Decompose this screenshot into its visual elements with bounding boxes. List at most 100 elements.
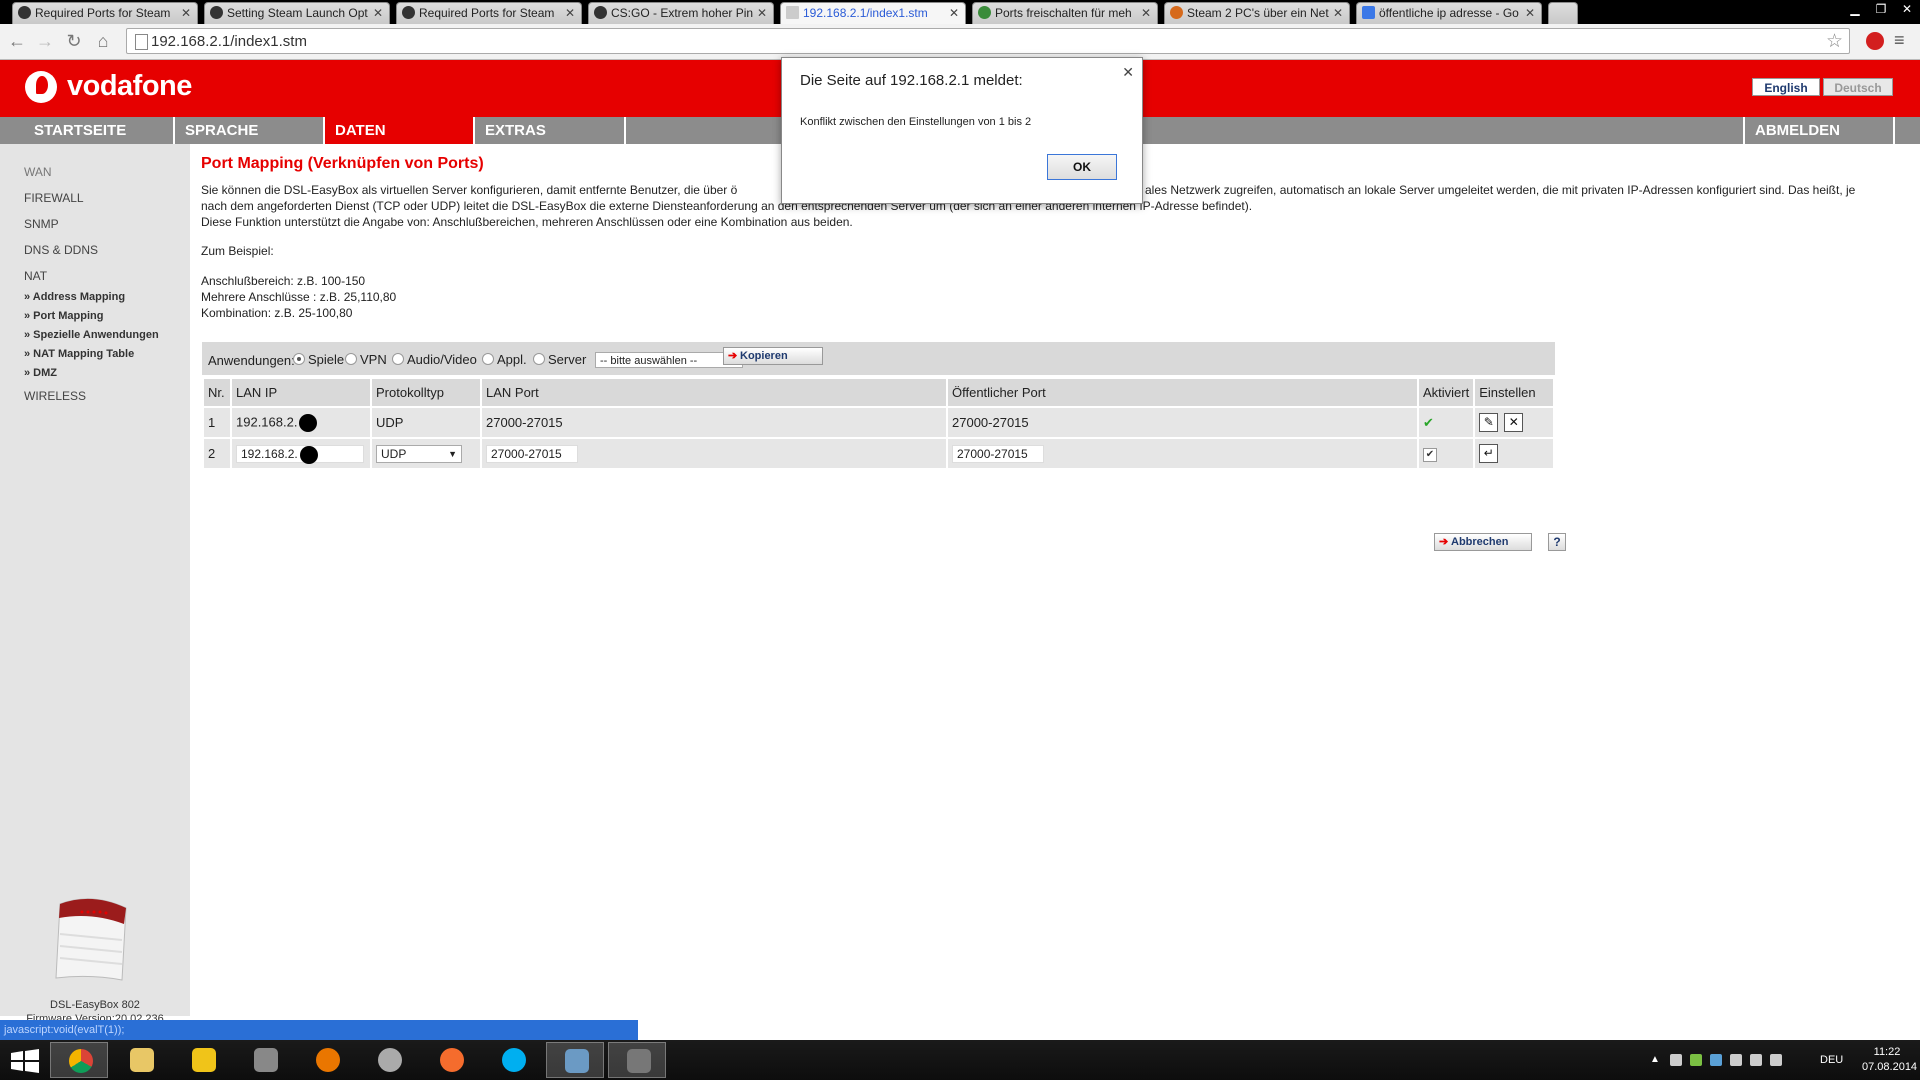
sidebar-item-snmp[interactable]: SNMP [24, 217, 59, 231]
browser-tab[interactable]: Ports freischalten für meh ✕ [972, 2, 1158, 24]
example-range: Anschlußbereich: z.B. 100-150 [201, 274, 366, 288]
apply-enter-icon[interactable]: ↵ [1479, 444, 1499, 463]
radio-appl[interactable]: Appl. [482, 352, 527, 367]
sidebar-subitem-special-apps[interactable]: » Spezielle Anwendungen [24, 329, 159, 341]
taskbar-app-10[interactable] [608, 1042, 666, 1078]
menu-icon[interactable]: ≡ [1894, 30, 1910, 51]
sidebar-item-dns-ddns[interactable]: DNS & DDNS [24, 243, 98, 257]
close-window-icon[interactable]: ✕ [1894, 0, 1920, 18]
radio-vpn[interactable]: VPN [345, 352, 387, 367]
bookmark-star-icon[interactable]: ☆ [1826, 30, 1843, 53]
tray-icon[interactable] [1690, 1054, 1702, 1066]
taskbar-chrome[interactable] [50, 1042, 108, 1078]
arrow-right-icon: ➔ [728, 350, 738, 362]
volume-icon[interactable] [1770, 1054, 1782, 1066]
app-icon [254, 1048, 278, 1072]
windows-start-icon[interactable] [8, 1048, 42, 1074]
tab-close-icon[interactable]: ✕ [1333, 3, 1343, 23]
col-public-port: Öffentlicher Port [946, 377, 1419, 408]
nav-daten[interactable]: DATEN [325, 117, 475, 144]
dialog-close-icon[interactable]: ✕ [1122, 64, 1134, 81]
lan-ip-input[interactable]: 192.168.2. [236, 444, 364, 464]
input-language[interactable]: DEU [1820, 1054, 1843, 1066]
taskbar-app-3[interactable] [174, 1042, 232, 1078]
taskbar-app-4[interactable] [236, 1042, 294, 1078]
nav-abmelden[interactable]: ABMELDEN [1743, 117, 1895, 144]
taskbar-origin[interactable] [422, 1042, 480, 1078]
language-english-button[interactable]: English [1752, 78, 1820, 96]
col-nr: Nr. [202, 377, 232, 408]
extension-icon[interactable] [1866, 32, 1884, 50]
sidebar-item-firewall[interactable]: FIREWALL [24, 191, 84, 205]
table-row-edit: 2 192.168.2. UDP ▼ 27000-27015 27000-2701… [202, 437, 1555, 470]
help-button[interactable]: ? [1548, 533, 1566, 551]
copy-button[interactable]: ➔ Kopieren [723, 347, 823, 365]
radio-audio-video[interactable]: Audio/Video [392, 352, 477, 367]
sidebar-subitem-nat-table[interactable]: » NAT Mapping Table [24, 348, 134, 360]
taskbar-steam[interactable] [360, 1042, 418, 1078]
row-public-port: 27000-27015 [946, 406, 1419, 439]
application-select[interactable]: -- bitte auswählen --▼ [595, 352, 743, 368]
tab-close-icon[interactable]: ✕ [1525, 3, 1535, 23]
taskbar-app-9[interactable] [546, 1042, 604, 1078]
browser-tab[interactable]: Setting Steam Launch Opt ✕ [204, 2, 390, 24]
taskbar-skype[interactable] [484, 1042, 542, 1078]
radio-server[interactable]: Server [533, 352, 586, 367]
clock-time[interactable]: 11:22 [1862, 1046, 1912, 1058]
alert-dialog: Die Seite auf 192.168.2.1 meldet: ✕ Konf… [781, 57, 1143, 204]
sidebar-item-nat[interactable]: NAT [24, 269, 47, 283]
home-icon[interactable]: ⌂ [92, 31, 114, 51]
tab-close-icon[interactable]: ✕ [373, 3, 383, 23]
sidebar-item-wireless[interactable]: WIRELESS [24, 389, 86, 403]
edit-pencil-icon[interactable]: ✎ [1479, 413, 1499, 432]
clock-date[interactable]: 07.08.2014 [1862, 1061, 1917, 1073]
address-bar[interactable]: 192.168.2.1/index1.stm ☆ [126, 28, 1850, 54]
lan-port-input[interactable]: 27000-27015 [486, 444, 578, 463]
flag-icon[interactable] [1730, 1054, 1742, 1066]
browser-tab[interactable]: CS:GO - Extrem hoher Pin ✕ [588, 2, 774, 24]
taskbar-explorer[interactable] [112, 1042, 170, 1078]
radio-checked-icon [293, 353, 305, 365]
nav-sprache[interactable]: SPRACHE [175, 117, 325, 144]
sidebar-subitem-dmz[interactable]: » DMZ [24, 367, 57, 379]
steam-icon [378, 1048, 402, 1072]
dialog-ok-button[interactable]: OK [1047, 154, 1117, 180]
dialog-title: Die Seite auf 192.168.2.1 meldet: [800, 72, 1023, 89]
redaction-mark [299, 413, 318, 432]
cancel-button[interactable]: ➔ Abbrechen [1434, 533, 1532, 551]
nav-extras[interactable]: EXTRAS [475, 117, 626, 144]
radio-spiele[interactable]: Spiele [293, 352, 344, 367]
browser-tab[interactable]: Required Ports for Steam ✕ [396, 2, 582, 24]
browser-tab[interactable]: Steam 2 PC's über ein Net ✕ [1164, 2, 1350, 24]
browser-tab[interactable]: Required Ports for Steam ✕ [12, 2, 198, 24]
sidebar-subitem-port-mapping[interactable]: » Port Mapping [24, 310, 103, 322]
language-german-button[interactable]: Deutsch [1823, 78, 1893, 96]
tab-close-icon[interactable]: ✕ [1141, 3, 1151, 23]
protocol-select[interactable]: UDP ▼ [376, 444, 462, 463]
forward-icon[interactable]: → [34, 31, 56, 51]
browser-tab-active[interactable]: 192.168.2.1/index1.stm ✕ [780, 2, 966, 24]
sidebar: WAN FIREWALL SNMP DNS & DDNS NAT » Addre… [0, 144, 190, 1025]
nav-startseite[interactable]: STARTSEITE [24, 117, 175, 144]
network-icon[interactable] [1750, 1054, 1762, 1066]
taskbar-blender[interactable] [298, 1042, 356, 1078]
tab-close-icon[interactable]: ✕ [181, 3, 191, 23]
tab-close-icon[interactable]: ✕ [565, 3, 575, 23]
public-port-input[interactable]: 27000-27015 [952, 444, 1044, 463]
browser-tab[interactable]: öffentliche ip adresse - Go ✕ [1356, 2, 1542, 24]
minimize-icon[interactable]: ▁ [1842, 0, 1868, 18]
reload-icon[interactable]: ↻ [63, 31, 85, 51]
tray-icon[interactable] [1710, 1054, 1722, 1066]
new-tab-button[interactable] [1548, 2, 1578, 24]
intro-text-1a: Sie können die DSL-EasyBox als virtuelle… [201, 183, 738, 197]
tray-icon[interactable] [1670, 1054, 1682, 1066]
tab-close-icon[interactable]: ✕ [757, 3, 767, 23]
back-icon[interactable]: ← [6, 31, 28, 51]
delete-x-icon[interactable]: ✕ [1504, 413, 1524, 432]
sidebar-item-wan[interactable]: WAN [24, 165, 52, 179]
restore-icon[interactable]: ❐ [1868, 0, 1894, 18]
tab-close-icon[interactable]: ✕ [949, 3, 959, 23]
sidebar-subitem-address-mapping[interactable]: » Address Mapping [24, 291, 125, 303]
tray-expand-icon[interactable]: ▲ [1650, 1054, 1662, 1066]
enabled-checkbox[interactable]: ✔ [1423, 448, 1437, 462]
